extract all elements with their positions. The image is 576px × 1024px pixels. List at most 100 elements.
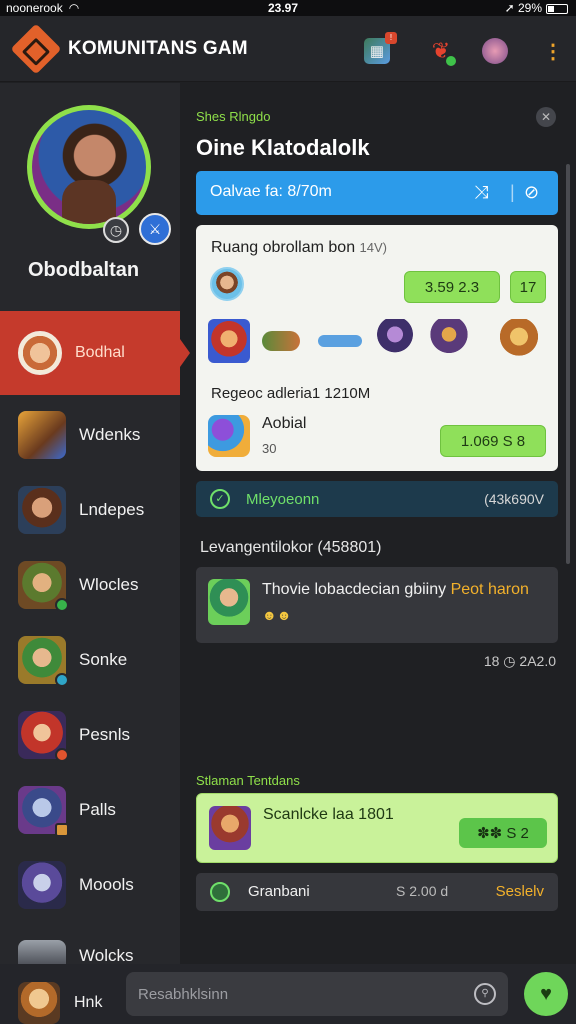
compass-icon[interactable]: ⊘ [524, 182, 539, 203]
hero-row [208, 319, 548, 367]
profile-avatar[interactable]: ◷ ⚔ [27, 105, 171, 245]
scrollbar[interactable] [566, 164, 570, 564]
region-label: Regeoc adleria1 1210M [211, 385, 371, 402]
status-value: (43k690V [484, 491, 544, 507]
card-avatar [209, 806, 251, 850]
close-icon[interactable]: ✕ [536, 107, 556, 127]
divider: | [510, 182, 515, 202]
status-dot-icon [55, 747, 69, 762]
signal-icon[interactable]: ❦ [428, 38, 456, 66]
search-icon[interactable]: ⚲ [474, 983, 496, 1005]
search-input[interactable] [138, 982, 468, 1006]
status-dot-icon [55, 672, 69, 687]
more-icon[interactable]: ⋮ [540, 38, 566, 64]
share-icon[interactable]: ⤨ [474, 182, 488, 203]
sidebar-item-label: Lndepes [79, 499, 145, 519]
sidebar-item-palls[interactable]: Palls [0, 772, 180, 847]
sidebar-item-pesnls[interactable]: Pesnls [0, 697, 180, 772]
room-title: Ruang obrollam bon 14V) [211, 239, 388, 256]
sidebar-item-label: Moools [79, 874, 134, 894]
mage-figure-icon[interactable] [374, 319, 416, 363]
battery-icon [546, 3, 568, 14]
section-label: Shes Rlngdo [196, 109, 271, 124]
sidebar-item-label: Sonke [79, 649, 128, 669]
bottom-bar: Hnk ⚲ ♥ [0, 964, 576, 1024]
emoji-reactions[interactable]: ☻☻ [262, 607, 291, 623]
sidebar-item-label: Wdenks [79, 424, 141, 444]
score-pill[interactable]: 1.069 S 8 [440, 425, 546, 457]
warrior-avatar-icon [18, 410, 66, 459]
sidebar-item-lndepes[interactable]: Lndepes [0, 472, 180, 547]
orb-avatar [208, 415, 250, 457]
sidebar-item-sonke[interactable]: Sonke [0, 622, 180, 697]
highlight-card[interactable]: Scanlcke laa 1801 ✽✽ S 2 [196, 793, 558, 863]
app-header: KOMUNITANS GAM ▦! ❦ ⋮ [0, 16, 576, 82]
section-heading: Levangentilokor (458801) [200, 539, 382, 556]
page-title: Oine Klatodalolk [196, 135, 370, 160]
armored-avatar-icon [18, 940, 66, 966]
shiba-avatar-icon [18, 331, 62, 375]
sidebar-item-label: Wlocles [79, 574, 139, 594]
rogue-figure-icon[interactable] [428, 319, 470, 363]
summary-number: S 2.00 d [396, 883, 449, 899]
ranger-avatar-icon [18, 560, 69, 612]
carrier-label: noonerook ◠ [6, 1, 80, 15]
stats-pill[interactable]: 3.59 2.3 [404, 271, 500, 303]
online-status-bar[interactable]: Oalvae fa: 8/70m ⤨ | ⊘ [196, 171, 558, 215]
wifi-icon: ◠ [68, 1, 80, 15]
summary-label: Granbani [248, 883, 310, 900]
status-dot-icon [55, 822, 69, 837]
sidebar-item-hnk[interactable]: Hnk [18, 982, 102, 1024]
sidebar-item-label: Pesnls [79, 724, 131, 744]
section-label-2: Stlaman Tentdans [196, 773, 300, 788]
sword-badge-icon: ⚔ [139, 213, 171, 245]
check-icon [210, 882, 230, 902]
notification-badge: ! [385, 32, 397, 44]
hooded-avatar-icon [18, 485, 66, 534]
sidebar-item-moools[interactable]: Moools [0, 847, 180, 922]
chat-message[interactable]: Thovie lobacdecian gbiiny Peot haron ☻☻ [196, 567, 558, 643]
app-logo-icon [10, 23, 62, 75]
card-text: Scanlcke laa 1801 [263, 806, 394, 823]
sidebar-item-wolcks[interactable]: Wolcks [0, 922, 180, 966]
staff-icon[interactable] [318, 335, 362, 347]
count-pill[interactable]: 17 [510, 271, 546, 303]
sidebar-nav: Bodhal Wdenks Lndepes Wlocles Sonke Pesn… [0, 311, 190, 966]
check-icon: ✓ [210, 489, 230, 509]
golem-figure-icon[interactable] [498, 319, 540, 363]
player-sub: 30 [262, 441, 277, 456]
status-text: Mleyoeonn [246, 491, 320, 508]
avatar [32, 110, 146, 224]
host-avatar [210, 267, 244, 301]
lion-avatar-icon [18, 982, 60, 1024]
summary-status: Seslelv [495, 883, 544, 900]
clock: 23.97 [268, 1, 299, 15]
battery-status: ➚ 29% [505, 1, 568, 15]
status-dot-icon [55, 597, 69, 612]
verified-status-row[interactable]: ✓ Mleyoeonn (43k690V [196, 481, 558, 517]
chat-fab-button[interactable]: ♥ [524, 972, 568, 1016]
elf-avatar-icon [18, 635, 69, 687]
profile-username: Obodbaltan [28, 259, 140, 281]
app-title: KOMUNITANS GAM [68, 38, 248, 59]
search-box[interactable]: ⚲ [126, 972, 508, 1016]
clock-badge-icon: ◷ [103, 217, 129, 243]
sidebar: ◷ ⚔ Obodbaltan Bodhal Wdenks Lndepes Wlo… [0, 83, 190, 1024]
character-icon[interactable] [482, 38, 508, 64]
map-icon[interactable]: ▦! [364, 32, 397, 64]
sidebar-item-wdenks[interactable]: Wdenks [0, 397, 180, 472]
room-card[interactable]: Ruang obrollam bon 14V) 3.59 2.3 17 Rege… [196, 225, 558, 471]
sidebar-item-bodhal[interactable]: Bodhal [0, 311, 190, 395]
sidebar-item-wlocles[interactable]: Wlocles [0, 547, 180, 622]
weapon-icon[interactable] [262, 331, 300, 351]
sidebar-item-label: Bodhal [75, 344, 125, 361]
sender-avatar [208, 579, 250, 625]
system-status-bar: noonerook ◠ 23.97 ➚ 29% [0, 0, 576, 16]
knight-avatar-icon [18, 785, 69, 837]
message-meta: 18 ◷ 2A2.0 [483, 653, 556, 669]
online-count: Oalvae fa: 8/70m [210, 183, 332, 200]
summary-row[interactable]: Granbani S 2.00 d Seslelv [196, 873, 558, 911]
hero-avatar-icon[interactable] [208, 319, 250, 363]
message-text: Thovie lobacdecian gbiiny Peot haron [262, 581, 529, 598]
card-pill[interactable]: ✽✽ S 2 [459, 818, 547, 848]
